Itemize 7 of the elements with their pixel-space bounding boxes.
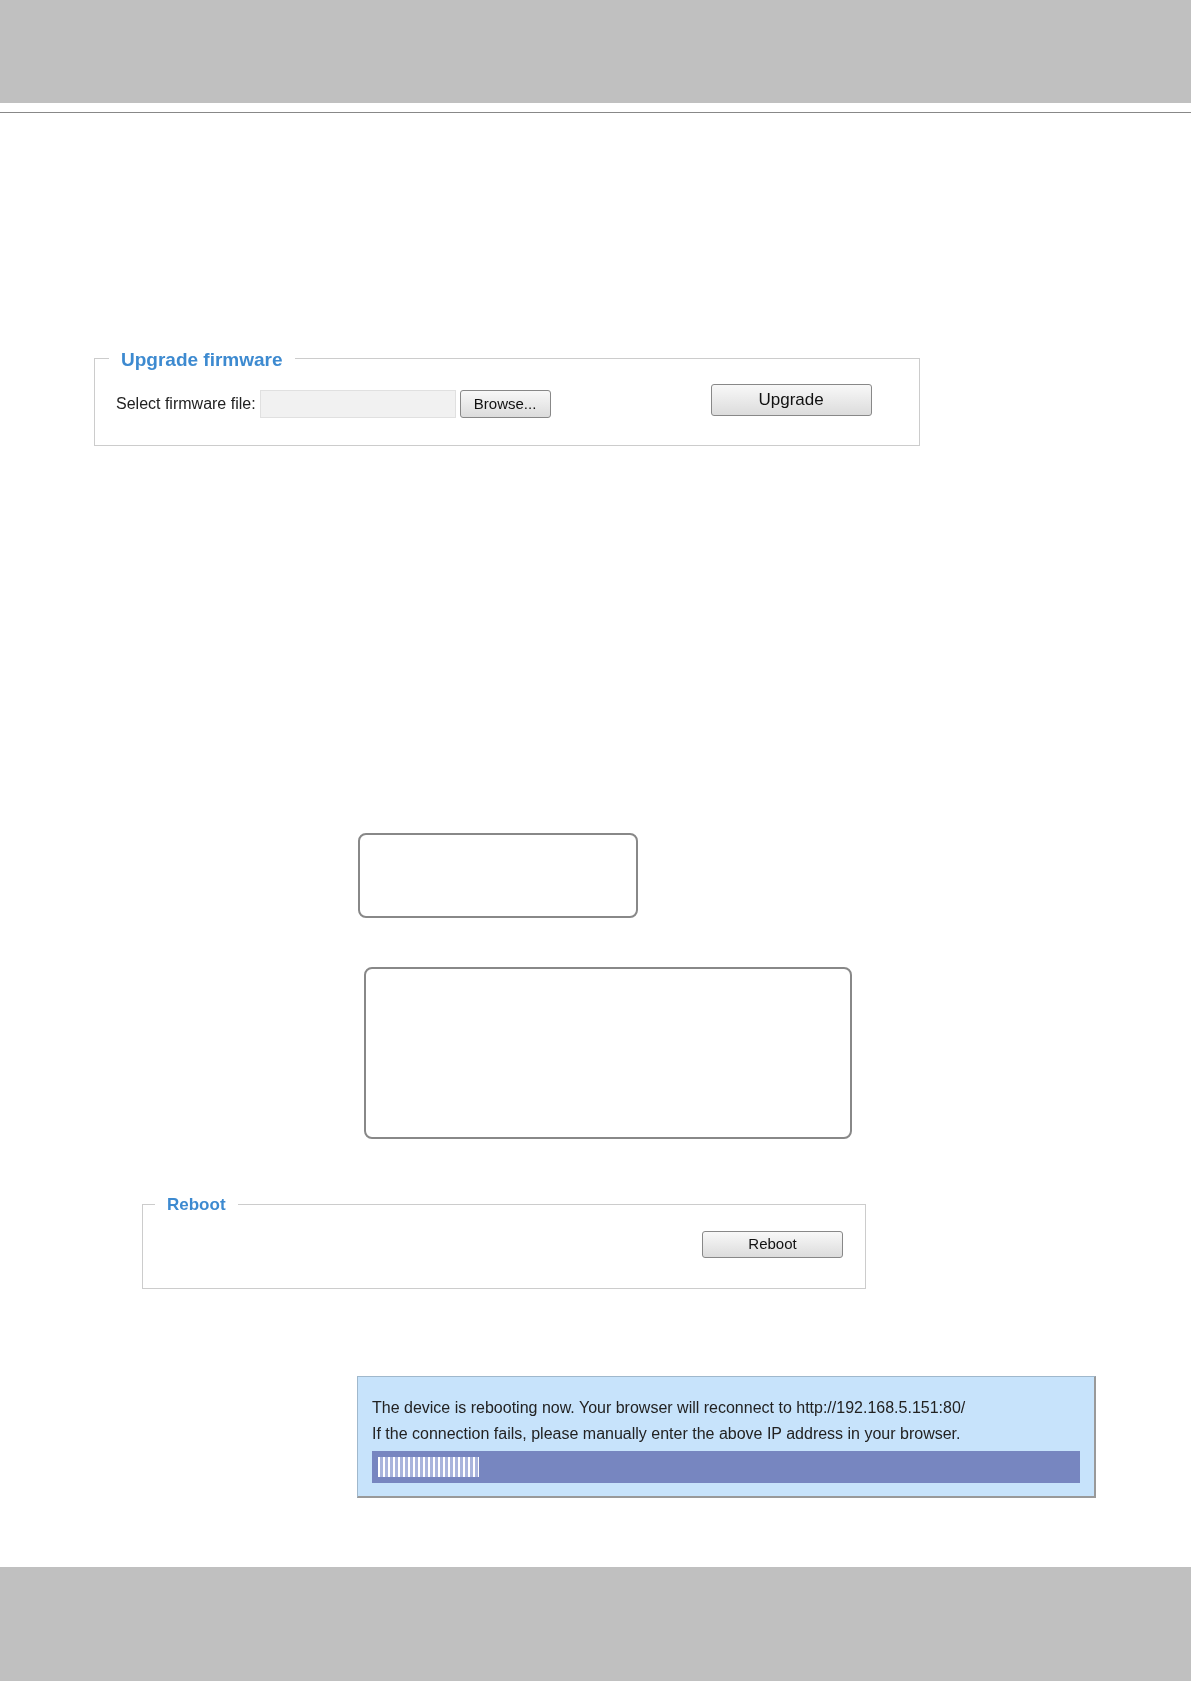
message-text: If the connection fails, please manually enter the above IP address in your browser.	[372, 1424, 962, 1444]
upgrade-button[interactable]: Upgrade	[710, 384, 872, 416]
browse-button[interactable]: Browse...	[459, 390, 551, 418]
field-label: Select firmware file:	[116, 394, 256, 414]
message-text: The device is rebooting now. Your browser will reconnect to http://192.168.5.151:80/	[372, 1398, 967, 1418]
file-path-field[interactable]	[259, 390, 456, 418]
reboot-button[interactable]: Reboot	[702, 1231, 843, 1258]
